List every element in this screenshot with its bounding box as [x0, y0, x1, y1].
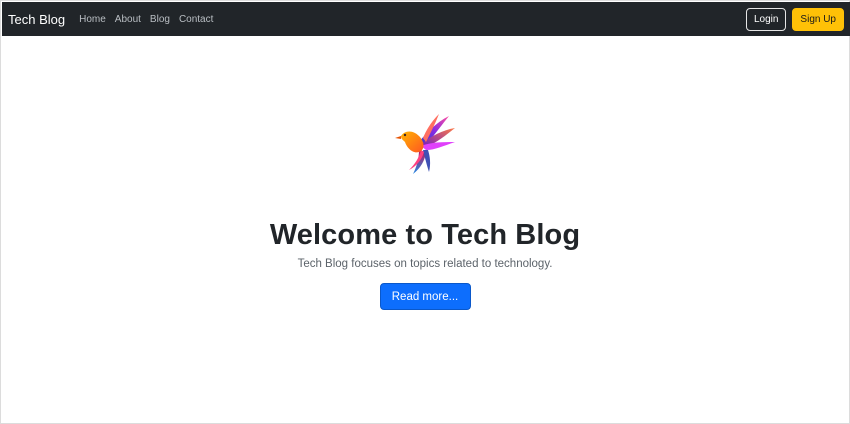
nav-links: Home About Blog Contact [79, 14, 222, 25]
hero-subtitle: Tech Blog focuses on topics related to t… [297, 258, 553, 270]
navbar: Tech Blog Home About Blog Contact Login … [2, 2, 850, 36]
nav-link-contact[interactable]: Contact [179, 14, 213, 25]
page-frame: Tech Blog Home About Blog Contact Login … [0, 0, 850, 424]
login-button[interactable]: Login [745, 7, 787, 31]
nav-link-home[interactable]: Home [79, 14, 106, 25]
hero-section: Welcome to Tech Blog Tech Blog focuses o… [1, 36, 849, 422]
colorful-bird-icon [395, 114, 455, 174]
hero-title: Welcome to Tech Blog [269, 219, 581, 251]
nav-actions: Login Sign Up [745, 7, 844, 31]
brand-link[interactable]: Tech Blog [8, 12, 65, 27]
read-more-button[interactable]: Read more... [379, 283, 471, 310]
nav-link-blog[interactable]: Blog [150, 14, 170, 25]
nav-link-about[interactable]: About [115, 14, 141, 25]
signup-button[interactable]: Sign Up [792, 7, 844, 31]
